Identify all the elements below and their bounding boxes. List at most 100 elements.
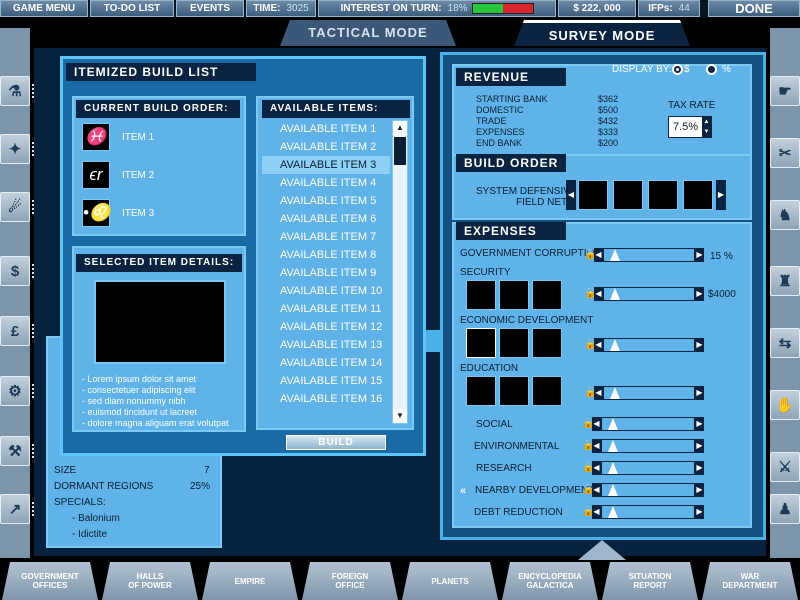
pound-icon[interactable]: £ xyxy=(0,316,30,346)
dragon-icon[interactable]: ☄ xyxy=(0,192,30,222)
slider-left-icon[interactable]: ◀ xyxy=(592,439,601,453)
bottom-tab-planets[interactable]: PLANETS xyxy=(402,562,498,600)
slider-thumb[interactable] xyxy=(608,506,618,518)
slider-track[interactable] xyxy=(601,461,695,475)
slider-right-icon[interactable]: ▶ xyxy=(695,461,704,475)
bottom-tab-government[interactable]: GOVERNMENT OFFICES xyxy=(2,562,98,600)
social-slider[interactable]: 🔒 ◀ ▶ xyxy=(582,417,704,431)
bottom-tab-war[interactable]: WAR DEPARTMENT xyxy=(702,562,798,600)
hand-icon[interactable]: ☛ xyxy=(770,76,800,106)
palm-icon[interactable]: ✋ xyxy=(770,390,800,420)
slider-right-icon[interactable]: ▶ xyxy=(695,248,704,262)
list-item[interactable]: AVAILABLE ITEM 6 xyxy=(262,210,390,228)
debt-slider[interactable]: 🔒 ◀ ▶ xyxy=(582,505,704,519)
tax-up-icon[interactable]: ▲ xyxy=(702,117,711,127)
slider-right-icon[interactable]: ▶ xyxy=(695,483,704,497)
economic-slot[interactable] xyxy=(499,328,529,358)
lock-icon[interactable]: 🔒 xyxy=(582,418,594,430)
slider-left-icon[interactable]: ◀ xyxy=(594,248,603,262)
slider-thumb[interactable] xyxy=(608,418,618,430)
slider-right-icon[interactable]: ▶ xyxy=(695,386,704,400)
current-item-label[interactable]: ITEM 1 xyxy=(122,132,154,143)
slider-left-icon[interactable]: ◀ xyxy=(594,287,603,301)
list-item[interactable]: AVAILABLE ITEM 13 xyxy=(262,336,390,354)
tax-rate-stepper[interactable]: 7.5% ▲ ▼ xyxy=(668,116,712,138)
economic-slot[interactable] xyxy=(466,328,496,358)
tools-icon[interactable]: ⚒ xyxy=(0,436,30,466)
display-percent-radio[interactable] xyxy=(706,64,717,75)
security-slot[interactable] xyxy=(532,280,562,310)
scroll-thumb[interactable] xyxy=(394,137,406,165)
research-slider[interactable]: 🔒 ◀ ▶ xyxy=(582,461,704,475)
done-button[interactable]: DONE xyxy=(708,0,800,17)
game-menu-button[interactable]: GAME MENU xyxy=(0,0,88,17)
bottom-tab-situation[interactable]: SITUATION REPORT xyxy=(602,562,698,600)
education-slot[interactable] xyxy=(532,376,562,406)
slider-left-icon[interactable]: ◀ xyxy=(592,483,601,497)
environmental-slider[interactable]: 🔒 ◀ ▶ xyxy=(582,439,704,453)
security-slot[interactable] xyxy=(466,280,496,310)
tower-icon[interactable]: ♜ xyxy=(770,266,800,296)
dollar-icon[interactable]: $ xyxy=(0,256,30,286)
arrows-icon[interactable]: ⇆ xyxy=(770,328,800,358)
slider-thumb[interactable] xyxy=(610,387,620,399)
build-order-slot[interactable] xyxy=(683,180,713,210)
bottom-tab-encyclopedia[interactable]: ENCYCLOPEDIA GALACTICA xyxy=(502,562,598,600)
bottom-tab-foreign[interactable]: FOREIGN OFFICE xyxy=(302,562,398,600)
slider-right-icon[interactable]: ▶ xyxy=(695,287,704,301)
bottom-tab-halls[interactable]: HALLS OF POWER xyxy=(102,562,198,600)
slider-right-icon[interactable]: ▶ xyxy=(695,417,704,431)
lock-icon[interactable]: 🔒 xyxy=(584,339,596,351)
tactical-mode-tab[interactable]: TACTICAL MODE xyxy=(280,20,456,46)
current-item-label[interactable]: ITEM 3 xyxy=(122,208,154,219)
slider-left-icon[interactable]: ◀ xyxy=(594,386,603,400)
security-slider[interactable]: 🔒 ◀ ▶ xyxy=(584,287,704,301)
lock-icon[interactable]: 🔒 xyxy=(584,387,596,399)
lock-icon[interactable]: 🔒 xyxy=(582,462,594,474)
economic-slot[interactable] xyxy=(532,328,562,358)
slider-track[interactable] xyxy=(601,505,695,519)
available-items-scrollbar[interactable]: ▲ ▼ xyxy=(392,120,408,424)
gov-corruption-slider[interactable]: 🔒 ◀ ▶ xyxy=(584,248,704,262)
todo-list-button[interactable]: TO-DO LIST xyxy=(90,0,174,17)
bottom-tab-empire[interactable]: EMPIRE xyxy=(202,562,298,600)
lock-icon[interactable]: 🔒 xyxy=(582,440,594,452)
nearby-slider[interactable]: 🔒 ◀ ▶ xyxy=(582,483,704,497)
build-order-right-arrow-icon[interactable]: ▶ xyxy=(716,180,726,210)
current-item-label[interactable]: ITEM 2 xyxy=(122,170,154,181)
list-item[interactable]: AVAILABLE ITEM 4 xyxy=(262,174,390,192)
education-slot[interactable] xyxy=(499,376,529,406)
list-item[interactable]: AVAILABLE ITEM 1 xyxy=(262,120,390,138)
slider-thumb[interactable] xyxy=(608,462,618,474)
survey-mode-tab[interactable]: SURVEY MODE xyxy=(514,20,690,46)
slider-right-icon[interactable]: ▶ xyxy=(695,505,704,519)
slider-thumb[interactable] xyxy=(610,288,620,300)
slider-track[interactable] xyxy=(603,248,695,262)
education-slot[interactable] xyxy=(466,376,496,406)
security-slot[interactable] xyxy=(499,280,529,310)
gears-icon[interactable]: ⚙ xyxy=(0,376,30,406)
sword-icon[interactable]: ⚔ xyxy=(770,452,800,482)
slider-left-icon[interactable]: ◀ xyxy=(592,461,601,475)
creature-icon[interactable]: ♞ xyxy=(770,200,800,230)
list-item[interactable]: AVAILABLE ITEM 11 xyxy=(262,300,390,318)
slider-track[interactable] xyxy=(601,417,695,431)
slider-left-icon[interactable]: ◀ xyxy=(594,338,603,352)
list-item[interactable]: AVAILABLE ITEM 16 xyxy=(262,390,390,408)
list-item[interactable]: AVAILABLE ITEM 10 xyxy=(262,282,390,300)
list-item[interactable]: AVAILABLE ITEM 14 xyxy=(262,354,390,372)
collapse-icon[interactable]: « xyxy=(460,485,466,497)
tax-down-icon[interactable]: ▼ xyxy=(702,127,711,137)
slider-track[interactable] xyxy=(601,483,695,497)
list-item[interactable]: AVAILABLE ITEM 15 xyxy=(262,372,390,390)
shield-icon[interactable]: ✦ xyxy=(0,134,30,164)
build-order-left-arrow-icon[interactable]: ◀ xyxy=(566,180,576,210)
list-item[interactable]: AVAILABLE ITEM 7 xyxy=(262,228,390,246)
slider-track[interactable] xyxy=(601,439,695,453)
lock-icon[interactable]: 🔒 xyxy=(584,288,596,300)
build-order-slot[interactable] xyxy=(578,180,608,210)
display-dollar-radio[interactable] xyxy=(672,64,683,75)
slider-right-icon[interactable]: ▶ xyxy=(695,338,704,352)
list-item[interactable]: AVAILABLE ITEM 12 xyxy=(262,318,390,336)
lock-icon[interactable]: 🔒 xyxy=(582,506,594,518)
